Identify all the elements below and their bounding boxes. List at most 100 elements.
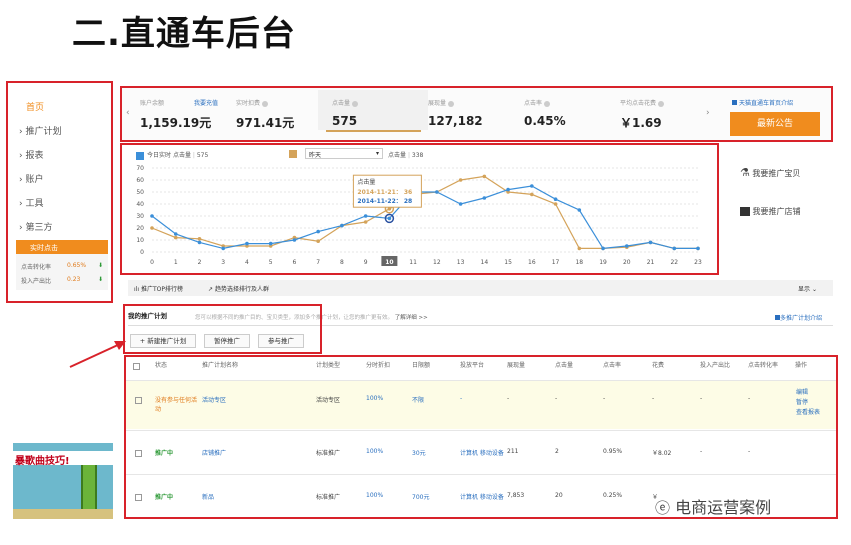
table-header[interactable]: 展现量	[507, 360, 525, 369]
table-cell-status: 没有参与任何活动	[155, 397, 198, 413]
tab-bar: ılı 推广TOP排行榜 ↗ 趋势选择排行及人群 显示 ⌄	[128, 280, 833, 296]
table-header[interactable]: 点击转化率	[748, 360, 778, 369]
x-tick-label: 7	[316, 259, 320, 266]
join-button[interactable]: 参与推广	[258, 334, 304, 348]
legend-compare: 点击量 | 338	[388, 152, 424, 159]
table-cell-impr: 211	[507, 448, 519, 455]
sidebar-item-tools[interactable]: › 工具	[19, 196, 43, 209]
x-tick-label: 19	[599, 259, 607, 266]
cpc-label: 平均点击花费	[620, 98, 665, 107]
realtime-title: 实时点击	[16, 240, 108, 254]
table-header[interactable]: 花费	[652, 360, 664, 369]
game-text: 暴歌曲技巧!	[15, 456, 70, 467]
promote-shop-link[interactable]: 我要推广店铺	[740, 206, 801, 217]
sidebar-item-home[interactable]: 首页	[26, 100, 44, 113]
row-action-link[interactable]: 编辑	[796, 387, 808, 396]
x-tick-label: 1	[174, 259, 178, 266]
table-header[interactable]: 投放平台	[460, 360, 484, 369]
table-cell-type: 标准推广	[316, 450, 341, 457]
square-icon	[136, 151, 144, 160]
series-line	[151, 185, 698, 250]
cpc-value[interactable]: ￥1.69	[620, 114, 662, 131]
realtime-value: 0.65%	[67, 262, 87, 269]
table-cell-status: 推广中	[155, 450, 174, 457]
data-point	[577, 208, 582, 212]
row-checkbox[interactable]	[135, 397, 142, 404]
select-all-checkbox[interactable]	[133, 363, 140, 370]
x-tick-label: 17	[552, 259, 560, 266]
new-campaign-button[interactable]: + 新建推广计划	[130, 334, 196, 348]
row-checkbox[interactable]	[135, 494, 142, 501]
ctr-label: 点击率	[524, 98, 551, 107]
balance-value: 1,159.19元	[140, 116, 212, 130]
more-plans-link[interactable]: 多推广计划介绍	[775, 313, 822, 322]
y-tick-label: 70	[136, 165, 144, 172]
show-toggle[interactable]: 显示 ⌄	[798, 284, 817, 293]
data-point	[292, 238, 297, 242]
table-header[interactable]: 日限额	[412, 360, 430, 369]
sidebar-item-plans[interactable]: › 推广计划	[19, 124, 61, 137]
clicks-value[interactable]: 575	[332, 114, 357, 128]
data-point	[553, 202, 558, 206]
row-checkbox[interactable]	[135, 450, 142, 457]
x-tick-label: 4	[245, 259, 249, 266]
promote-item-link[interactable]: ⚗ 我要推广宝贝	[740, 166, 800, 179]
data-point	[672, 246, 677, 251]
table-cell-name[interactable]: 店铺推广	[202, 448, 248, 457]
table-header[interactable]: 点击率	[603, 360, 621, 369]
data-point	[530, 192, 534, 197]
table-cell-discount: 100%	[366, 395, 384, 402]
row-action-link[interactable]: 查看报表	[796, 407, 820, 416]
y-tick-label: 20	[136, 225, 144, 232]
y-tick-label: 50	[136, 189, 144, 196]
chevron-left-icon[interactable]: ‹	[126, 108, 130, 118]
legend-today: 今日实时 点击量 | 575	[136, 150, 208, 160]
table-header[interactable]: 推广计划名称	[202, 360, 238, 369]
impressions-value[interactable]: 127,182	[428, 114, 483, 128]
data-point	[173, 235, 178, 240]
balance-label: 账户余额	[140, 100, 165, 107]
table-cell-discount: 100%	[366, 492, 384, 499]
table-header[interactable]: 点击量	[555, 360, 573, 369]
stats-bar: ‹ 账户余额 我要充值 1,159.19元 实时扣费 971.41元 点击量 5…	[120, 86, 833, 142]
sidebar-item-third-party[interactable]: › 第三方	[19, 220, 52, 233]
tmall-intro-link[interactable]: 天猫直通车首页介绍	[732, 98, 793, 107]
data-point	[387, 216, 392, 221]
ctr-value[interactable]: 0.45%	[524, 114, 566, 128]
data-point	[340, 223, 344, 228]
x-tick-label: 9	[364, 259, 368, 266]
table-cell-roi: -	[700, 448, 703, 455]
table-cell-clicks: 20	[555, 492, 563, 499]
sidebar-item-reports[interactable]: › 报表	[19, 148, 43, 161]
chevron-right-icon[interactable]: ›	[706, 108, 710, 118]
y-tick-label: 0	[140, 249, 144, 256]
impressions-label: 展现量	[428, 98, 455, 107]
recharge-link[interactable]: 我要充值	[194, 98, 218, 107]
learn-more-link[interactable]: 了解详细 >>	[395, 315, 428, 321]
sidebar-item-account[interactable]: › 账户	[19, 172, 43, 185]
table-header[interactable]: 操作	[795, 360, 807, 369]
realtime-panel: 实时点击 点击转化率 0.65% ⬇ 投入产出比 0.23 ⬇	[16, 240, 108, 290]
table-cell-name[interactable]: 活动专区	[202, 395, 248, 404]
divider	[126, 474, 836, 475]
flask-icon: ⚗	[740, 166, 750, 179]
announce-button[interactable]: 最新公告	[730, 112, 820, 136]
table-header[interactable]: 状态	[155, 360, 167, 369]
table-header[interactable]: 投入产出比	[700, 360, 730, 369]
tab-top-rank[interactable]: ılı 推广TOP排行榜	[134, 284, 183, 293]
row-action-link[interactable]: 暂停	[796, 397, 808, 406]
tab-trend[interactable]: ↗ 趋势选择排行及人群	[208, 284, 269, 293]
data-point	[363, 220, 368, 224]
table-cell-name[interactable]: 新品	[202, 492, 248, 501]
x-tick-label: 22	[670, 259, 678, 266]
table-header[interactable]: 分时折扣	[366, 360, 390, 369]
data-point	[435, 190, 439, 194]
x-tick-label: 3	[221, 259, 225, 266]
tooltip-line: 2014-11-21： 36	[357, 189, 412, 196]
realtime-label: 点击转化率	[21, 264, 52, 271]
table-header[interactable]: 计划类型	[316, 360, 340, 369]
pause-button[interactable]: 暂停推广	[204, 334, 250, 348]
table-cell-limit: 不限	[412, 397, 425, 404]
realtime-label: 投入产出比	[21, 278, 52, 285]
compare-select[interactable]: 昨天 ▾	[305, 148, 383, 159]
